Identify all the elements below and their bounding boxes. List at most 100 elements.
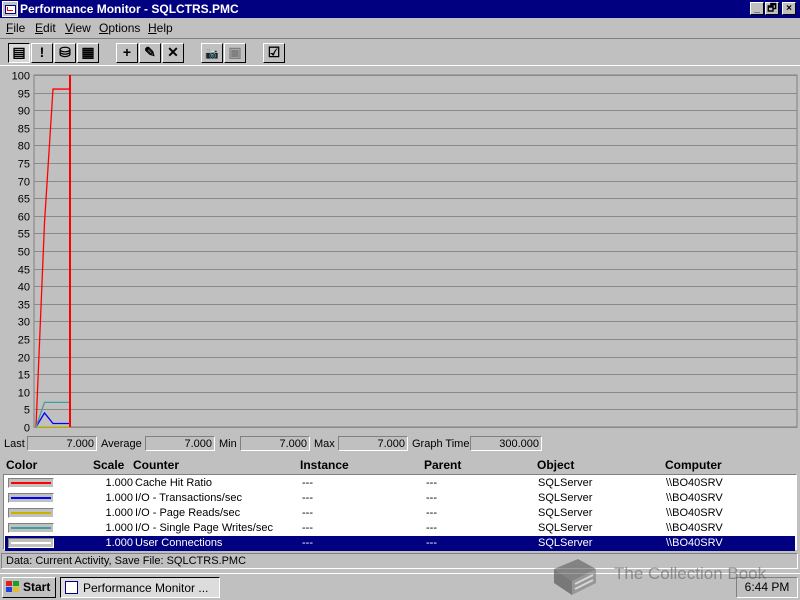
minimize-button[interactable]: _ xyxy=(750,2,764,15)
y-tick-label: 20 xyxy=(18,353,30,365)
legend-scale: 1.000 xyxy=(105,522,133,534)
y-tick-label: 80 xyxy=(18,141,30,153)
menu-edit-rest: dit xyxy=(43,21,56,35)
legend-row[interactable]: 1.000 Cache Hit Ratio --- --- SQLServer … xyxy=(5,476,795,491)
chart-view-button[interactable]: ▤ xyxy=(8,43,30,63)
legend-row-selected[interactable]: 1.000 User Connections --- --- SQLServer… xyxy=(5,536,795,551)
log-view-button[interactable]: ⛁ xyxy=(54,43,76,63)
menu-help-accel: H xyxy=(148,21,157,35)
start-label: Start xyxy=(23,580,51,594)
delete-counter-icon: ✕ xyxy=(167,44,179,60)
menu-help[interactable]: Help xyxy=(148,21,173,35)
status-text: Data: Current Activity, Save File: SQLCT… xyxy=(6,555,247,567)
legend-header-color: Color xyxy=(6,458,38,472)
watermark: The Collection Book xyxy=(548,553,798,599)
max-label: Max xyxy=(314,438,335,450)
bookmark-button[interactable]: ▣ xyxy=(224,43,246,63)
title-bar[interactable]: Performance Monitor - SQLCTRS.PMC _ 🗗 × xyxy=(0,0,800,18)
menu-file[interactable]: File xyxy=(6,21,25,35)
y-tick-label: 50 xyxy=(18,247,30,259)
legend-instance: --- xyxy=(302,537,313,549)
update-now-icon: 📷 xyxy=(205,48,219,60)
options-button[interactable]: ☑ xyxy=(263,43,285,63)
y-tick-label: 85 xyxy=(18,124,30,136)
menu-view-rest: iew xyxy=(72,21,91,35)
legend-computer: \\BO40SRV xyxy=(666,522,723,534)
start-button[interactable]: Start xyxy=(2,577,56,598)
y-tick-label: 90 xyxy=(18,106,30,118)
y-tick-label: 55 xyxy=(18,229,30,241)
add-counter-button[interactable]: + xyxy=(116,43,138,63)
edit-counter-button[interactable]: ✎ xyxy=(139,43,161,63)
y-tick-label: 25 xyxy=(18,335,30,347)
legend-parent: --- xyxy=(426,537,437,549)
add-counter-icon: + xyxy=(122,44,132,60)
alert-view-icon: ! xyxy=(39,44,45,60)
chart-view-icon: ▤ xyxy=(12,44,26,60)
menu-edit[interactable]: Edit xyxy=(35,21,56,35)
update-now-button[interactable]: 📷 xyxy=(201,43,223,63)
legend-color-swatch xyxy=(8,478,54,488)
average-value: 7.000 xyxy=(145,436,215,451)
report-view-button[interactable]: ▦ xyxy=(77,43,99,63)
legend-object: SQLServer xyxy=(538,507,593,519)
y-tick-label: 30 xyxy=(18,317,30,329)
legend-row[interactable]: 1.000 I/O - Transactions/sec --- --- SQL… xyxy=(5,491,795,506)
watermark-text: The Collection Book xyxy=(614,564,767,583)
taskbar-task-label: Performance Monitor ... xyxy=(83,581,209,595)
value-bar: Last 7.000 Average 7.000 Min 7.000 Max 7… xyxy=(0,435,800,453)
legend-instance: --- xyxy=(302,492,313,504)
legend-scale: 1.000 xyxy=(105,537,133,549)
legend-color-line xyxy=(11,527,51,529)
y-tick-label: 10 xyxy=(18,388,30,400)
y-tick-label: 75 xyxy=(18,159,30,171)
legend-parent: --- xyxy=(426,492,437,504)
legend-color-line xyxy=(11,497,51,499)
taskbar-performance-monitor[interactable]: Performance Monitor ... xyxy=(60,577,220,598)
bookmark-icon: ▣ xyxy=(228,44,242,60)
legend-color-swatch xyxy=(8,523,54,533)
performance-monitor-task-icon xyxy=(65,581,78,594)
y-tick-label: 65 xyxy=(18,194,30,206)
close-button[interactable]: × xyxy=(782,2,796,15)
log-view-icon: ⛁ xyxy=(59,44,71,60)
legend-row[interactable]: 1.000 I/O - Page Reads/sec --- --- SQLSe… xyxy=(5,506,795,521)
min-label: Min xyxy=(219,438,237,450)
legend-header-parent: Parent xyxy=(424,458,462,472)
legend-parent: --- xyxy=(426,477,437,489)
legend-header-scale: Scale xyxy=(93,458,125,472)
legend-color-swatch xyxy=(8,493,54,503)
y-tick-label: 0 xyxy=(24,423,30,434)
legend-object: SQLServer xyxy=(538,522,593,534)
legend-parent: --- xyxy=(426,507,437,519)
alert-view-button[interactable]: ! xyxy=(31,43,53,63)
legend-list[interactable]: 1.000 Cache Hit Ratio --- --- SQLServer … xyxy=(3,474,797,551)
legend-counter: I/O - Transactions/sec xyxy=(135,492,242,504)
restore-button[interactable]: 🗗 xyxy=(765,2,779,15)
performance-monitor-app-icon[interactable] xyxy=(2,1,18,17)
legend-header: Color Scale Counter Instance Parent Obje… xyxy=(0,456,800,473)
chart-graph[interactable]: 0 5 10 15 20 25 30 35 40 45 50 55 60 65 70 75 80 85 90 95 10… xyxy=(0,67,800,433)
legend-color-line xyxy=(11,542,51,544)
delete-counter-button[interactable]: ✕ xyxy=(162,43,184,63)
legend-color-swatch xyxy=(8,538,54,548)
y-tick-label: 35 xyxy=(18,300,30,312)
legend-header-computer: Computer xyxy=(665,458,722,472)
menu-help-rest: elp xyxy=(156,21,173,35)
y-tick-label: 100 xyxy=(12,71,30,83)
legend-computer: \\BO40SRV xyxy=(666,537,723,549)
legend-row[interactable]: 1.000 I/O - Single Page Writes/sec --- -… xyxy=(5,521,795,536)
legend-header-object: Object xyxy=(537,458,575,472)
graph-time-value: 300.000 xyxy=(470,436,542,451)
edit-counter-icon: ✎ xyxy=(144,44,156,60)
max-value: 7.000 xyxy=(338,436,408,451)
legend-computer: \\BO40SRV xyxy=(666,492,723,504)
graph-time-label: Graph Time xyxy=(412,438,470,450)
menu-options[interactable]: Options xyxy=(99,21,140,35)
menu-options-rest: ptions xyxy=(108,21,141,35)
legend-object: SQLServer xyxy=(538,492,593,504)
average-label: Average xyxy=(101,438,142,450)
chart-svg: 0 5 10 15 20 25 30 35 40 45 50 55 60 65 70 75 80 85 90 95 10… xyxy=(12,71,798,434)
menu-view[interactable]: View xyxy=(65,21,91,35)
y-tick-label: 70 xyxy=(18,177,30,189)
